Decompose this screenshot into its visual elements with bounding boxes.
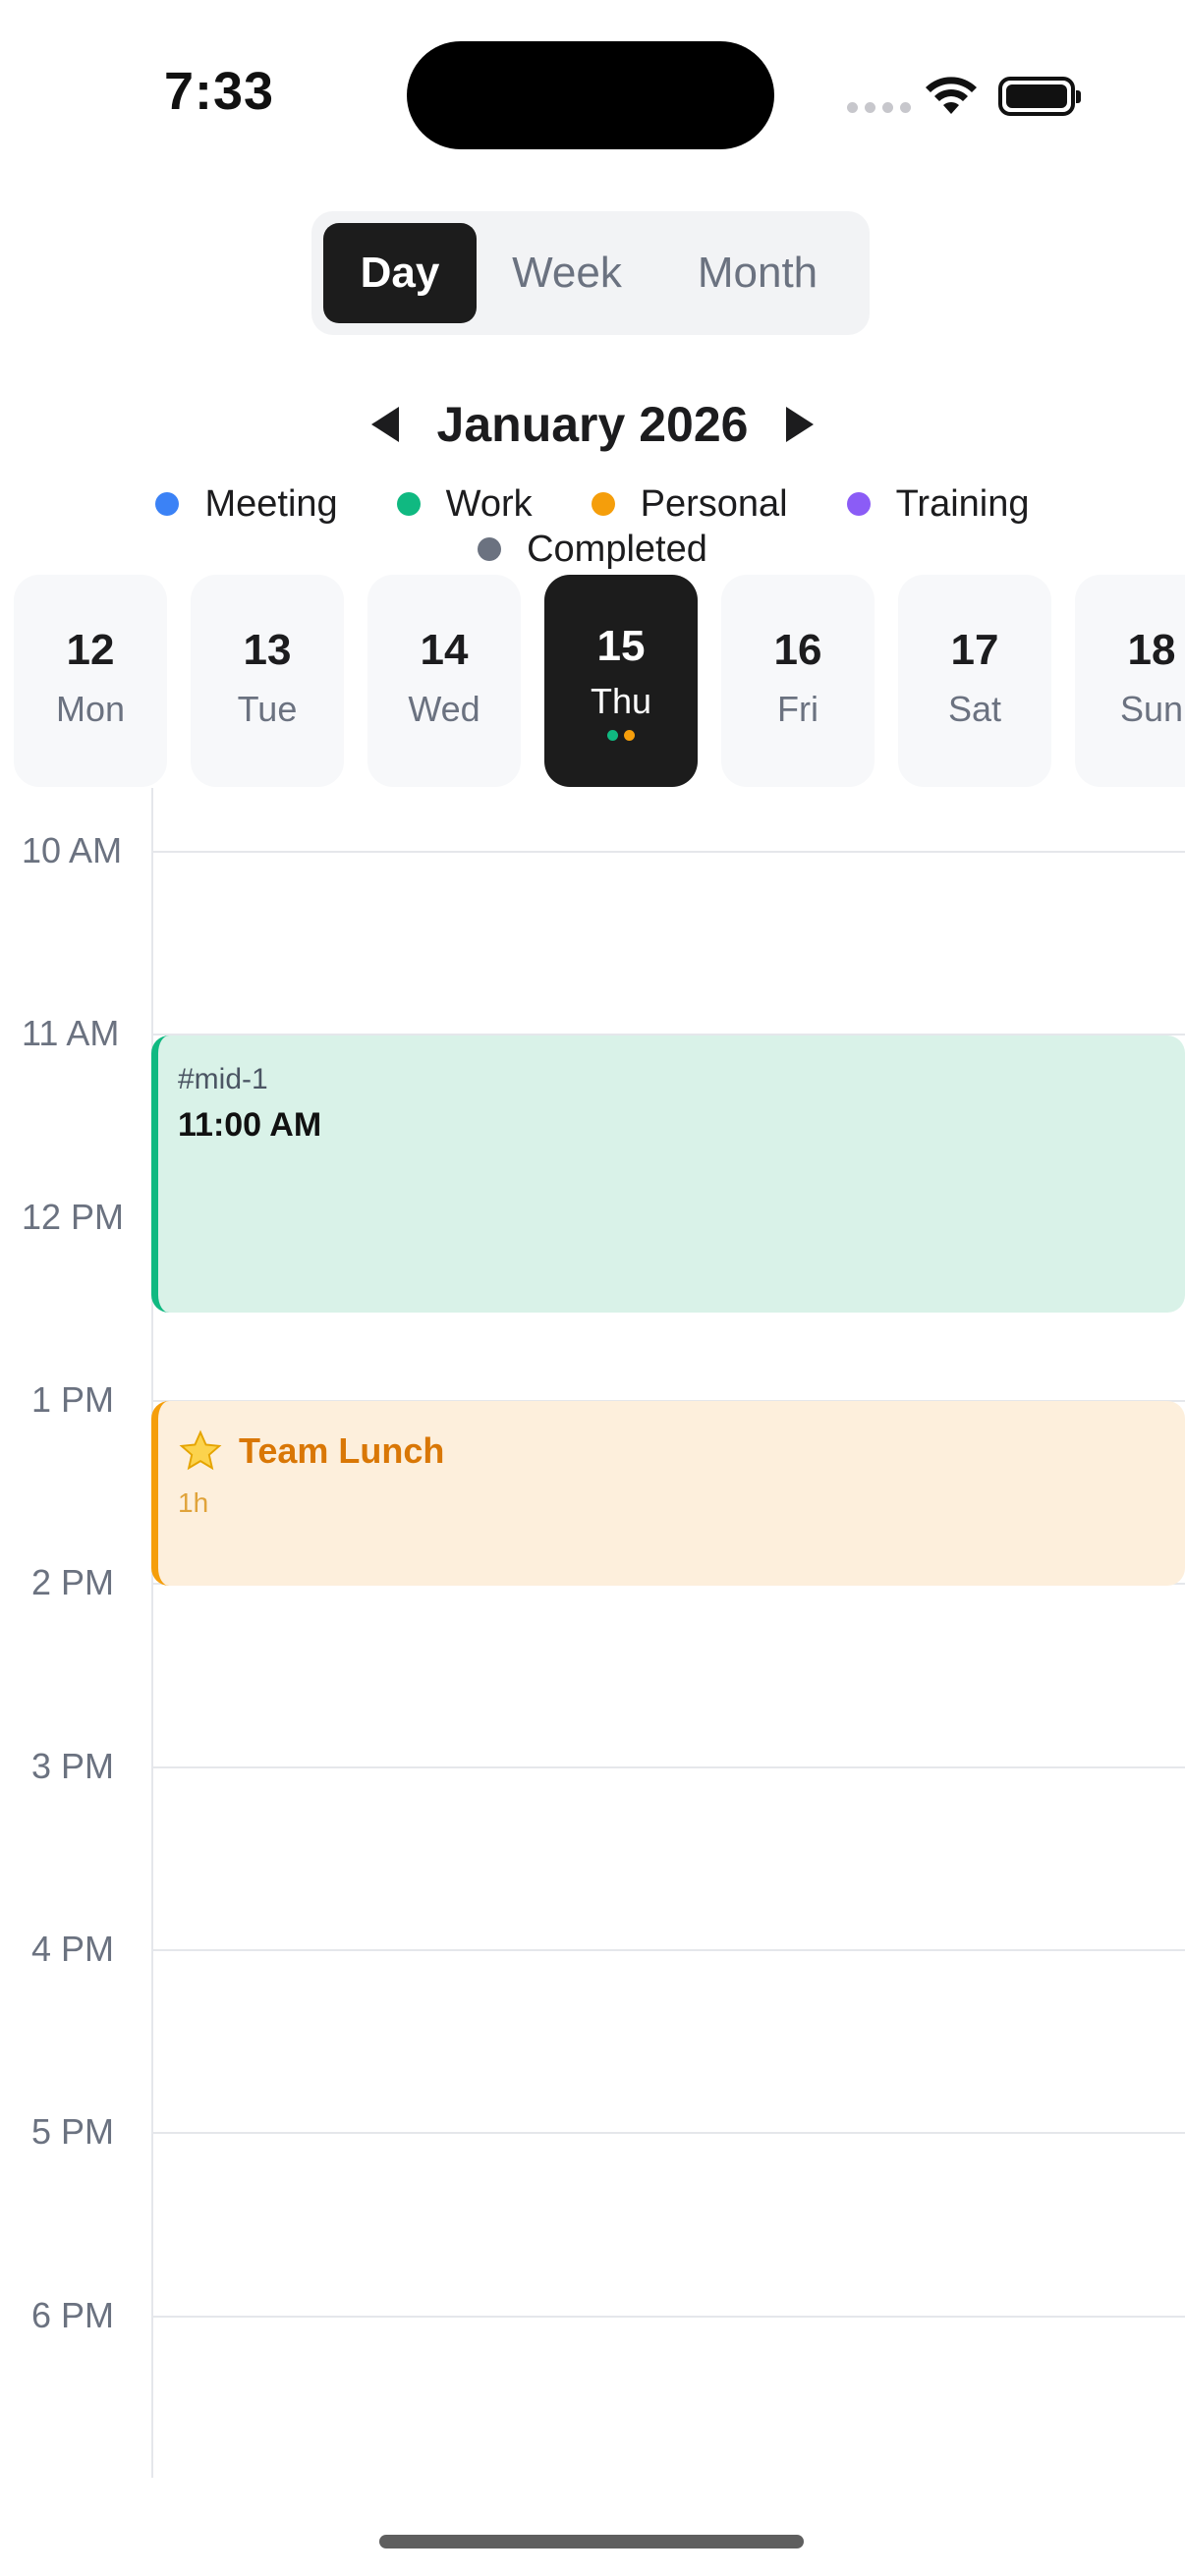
legend-dot-icon — [591, 492, 615, 516]
legend-dot-icon — [846, 492, 871, 516]
event-card-work[interactable]: #mid-1 11:00 AM — [151, 1036, 1185, 1313]
day-card-13[interactable]: 13 Tue — [191, 575, 344, 787]
event-id: #mid-1 — [178, 1063, 268, 1095]
hour-label: 6 PM — [31, 2295, 115, 2335]
day-number: 12 — [66, 626, 115, 674]
hour-label: 4 PM — [31, 1929, 115, 1969]
legend-label: Personal — [640, 482, 788, 525]
day-number: 16 — [773, 626, 822, 674]
day-number: 15 — [596, 622, 646, 670]
legend-label: Completed — [527, 528, 707, 570]
day-weekday: Tue — [237, 689, 298, 729]
day-weekday: Sun — [1119, 689, 1184, 729]
hour-gridline — [153, 1766, 1185, 1768]
event-title: Team Lunch — [239, 1430, 445, 1471]
next-month-button[interactable] — [769, 395, 828, 454]
day-card-18[interactable]: 18 Sun — [1075, 575, 1185, 787]
day-view-button[interactable]: Day — [323, 223, 477, 323]
legend-dot-icon — [478, 537, 502, 561]
status-time: 7:33 — [164, 62, 275, 121]
day-weekday: Sat — [947, 689, 1002, 729]
legend-label: Training — [895, 482, 1030, 525]
day-card-16[interactable]: 16 Fri — [721, 575, 875, 787]
day-weekday: Mon — [55, 689, 126, 729]
day-number: 18 — [1127, 626, 1176, 674]
status-bar: 7:33 — [0, 0, 1185, 187]
time-axis-line — [151, 788, 153, 2478]
legend-item-meeting: Meeting — [155, 481, 338, 527]
legend-item-work: Work — [396, 481, 533, 527]
hour-gridline — [153, 851, 1185, 853]
previous-month-button[interactable] — [357, 395, 416, 454]
week-view-button[interactable]: Week — [477, 223, 657, 323]
day-card-14[interactable]: 14 Wed — [367, 575, 521, 787]
hour-gridline — [153, 1949, 1185, 1951]
legend-label: Work — [445, 482, 533, 525]
hour-gridline — [153, 2316, 1185, 2318]
view-switcher: Day Week Month — [311, 211, 870, 335]
hour-label: 12 PM — [22, 1197, 125, 1237]
hour-label: 2 PM — [31, 1562, 115, 1602]
day-number: 17 — [950, 626, 999, 674]
legend-dot-icon — [396, 492, 421, 516]
chevron-left-icon — [370, 407, 399, 442]
legend-item-personal: Personal — [591, 481, 788, 527]
day-card-17[interactable]: 17 Sat — [898, 575, 1051, 787]
day-number: 13 — [243, 626, 292, 674]
month-navigation: January 2026 — [0, 388, 1185, 461]
legend-item-training: Training — [846, 481, 1030, 527]
event-duration: 1h — [178, 1487, 209, 1518]
event-title-row: Team Lunch — [178, 1428, 444, 1474]
hour-label: 11 AM — [22, 1013, 120, 1053]
day-timeline[interactable]: 10 AM 11 AM 12 PM 1 PM 2 PM 3 PM 4 PM 5 … — [0, 788, 1185, 2478]
cellular-signal-icon — [847, 102, 911, 113]
wifi-icon — [926, 77, 977, 114]
day-weekday: Fri — [777, 689, 818, 729]
hour-label: 10 AM — [22, 830, 123, 870]
day-strip: 12 Mon 13 Tue 14 Wed 15 Thu 16 Fri 17 Sa… — [14, 575, 1185, 787]
legend-label: Meeting — [204, 482, 338, 525]
hour-gridline — [153, 2132, 1185, 2134]
day-weekday: Thu — [590, 681, 652, 721]
day-weekday: Wed — [408, 689, 480, 729]
dynamic-island — [407, 41, 774, 149]
event-time: 11:00 AM — [178, 1106, 322, 1144]
day-card-15-selected[interactable]: 15 Thu — [544, 575, 698, 787]
month-title: January 2026 — [436, 397, 749, 452]
legend-item-completed: Completed — [478, 527, 707, 572]
category-legend: Meeting Work Personal Training Completed — [59, 481, 1126, 572]
hour-label: 5 PM — [31, 2111, 115, 2152]
chevron-right-icon — [786, 407, 815, 442]
day-number: 14 — [420, 626, 469, 674]
event-indicator-dots — [607, 730, 635, 741]
event-card-team-lunch[interactable]: Team Lunch 1h — [151, 1401, 1185, 1586]
legend-dot-icon — [155, 492, 180, 516]
work-dot-icon — [607, 730, 618, 741]
star-icon — [179, 1429, 222, 1471]
personal-dot-icon — [624, 730, 635, 741]
hour-label: 3 PM — [31, 1746, 115, 1786]
home-indicator[interactable] — [379, 2535, 804, 2548]
hour-label: 1 PM — [31, 1379, 115, 1420]
battery-icon — [998, 77, 1081, 116]
day-card-12[interactable]: 12 Mon — [14, 575, 167, 787]
month-view-button[interactable]: Month — [657, 223, 858, 323]
